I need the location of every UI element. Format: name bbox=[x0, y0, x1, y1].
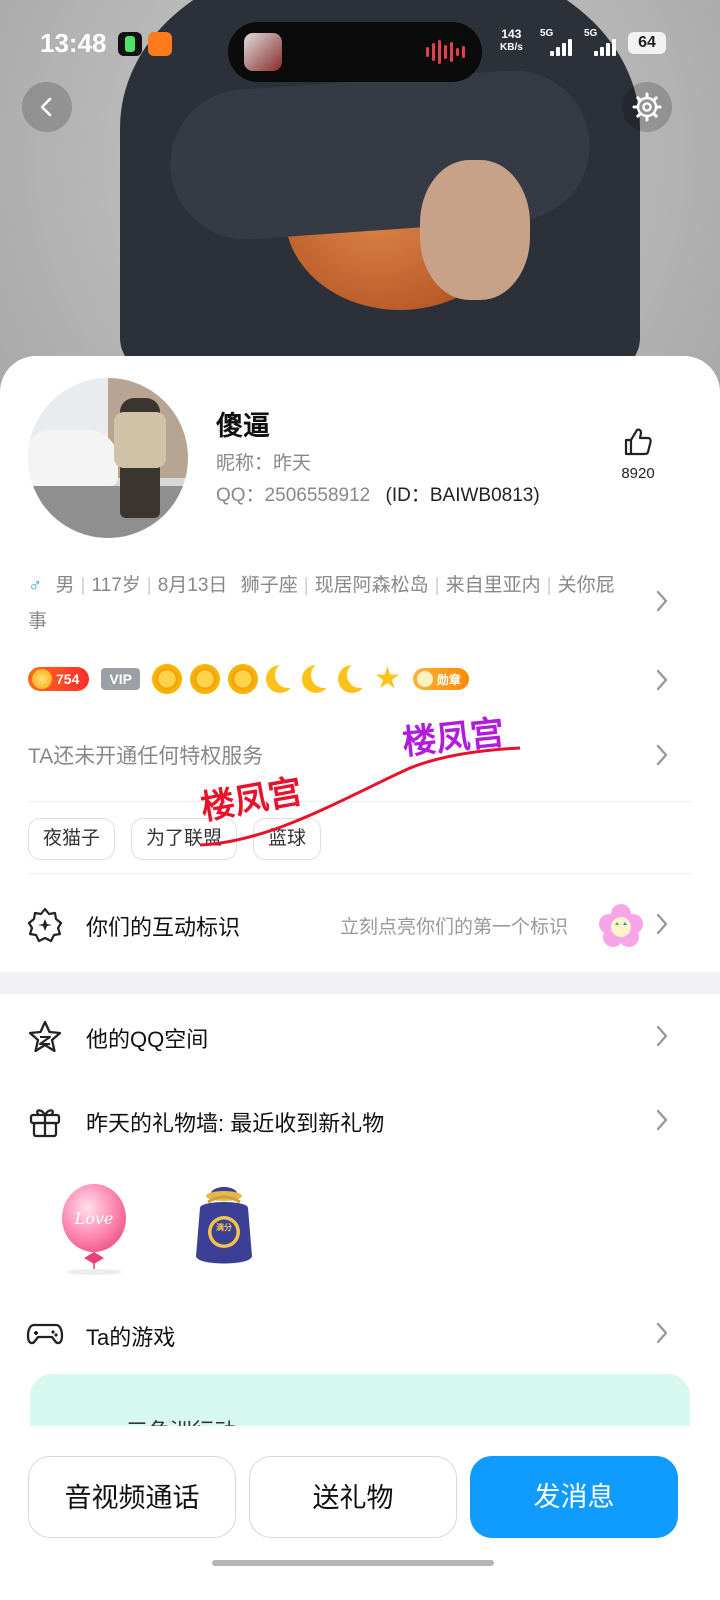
settings-button[interactable] bbox=[622, 82, 672, 132]
avatar-car bbox=[28, 430, 118, 486]
badge-sparkle-icon bbox=[27, 907, 63, 943]
like-count: 8920 bbox=[621, 465, 655, 482]
gender-male-icon: ♂ bbox=[28, 575, 43, 596]
back-button[interactable] bbox=[22, 82, 72, 132]
info-origin: 来自里亚内 bbox=[445, 575, 541, 596]
interaction-hint: 立刻点亮你们的第一个标识 bbox=[340, 917, 569, 938]
signal-bars-1-icon bbox=[550, 38, 572, 56]
star-outline-icon bbox=[28, 1020, 62, 1053]
profile-info[interactable]: ♂ 男 | 117岁 | 8月13日 狮子座 | 现居阿森松岛 | 来自里亚内 | 关你屁事 bbox=[28, 568, 628, 640]
moon-icon bbox=[337, 662, 373, 693]
qzone-label: 他的QQ空间 bbox=[86, 1027, 209, 1052]
info-age: 117岁 bbox=[91, 575, 141, 596]
status-bar: 13:48 143 KB/s 5G 5G 64 bbox=[0, 22, 720, 82]
chevron-right-icon bbox=[656, 590, 668, 612]
medal-label: 勋章 bbox=[436, 672, 461, 687]
chevron-right-icon bbox=[656, 669, 668, 691]
chevron-right-icon bbox=[656, 744, 668, 766]
chevron-right-icon bbox=[656, 1322, 668, 1344]
moon-icon bbox=[265, 662, 301, 693]
media-thumbnail bbox=[244, 33, 282, 71]
info-residence: 现居阿森松岛 bbox=[314, 575, 429, 596]
sun-icon bbox=[227, 664, 258, 694]
avatar-ground bbox=[28, 486, 188, 538]
avatar[interactable] bbox=[28, 378, 188, 538]
info-gender: 男 bbox=[55, 575, 75, 596]
send-gift-button[interactable]: 送礼物 bbox=[249, 1456, 457, 1538]
lucky-bag-icon[interactable]: 满分 bbox=[186, 1178, 262, 1274]
send-message-button[interactable]: 发消息 bbox=[470, 1456, 678, 1538]
cover-person-hand bbox=[420, 160, 530, 300]
profile-qq-number: QQ：2506558912 bbox=[216, 485, 371, 506]
battery-indicator: 64 bbox=[628, 32, 666, 54]
chevron-right-icon bbox=[656, 1025, 668, 1047]
section-gap bbox=[0, 972, 720, 994]
profile-qq-line: QQ：2506558912 (ID：BAIWB0813) bbox=[216, 480, 540, 507]
status-time: 13:48 bbox=[40, 28, 107, 58]
avatar-jacket bbox=[114, 412, 166, 468]
moon-icon bbox=[301, 662, 337, 693]
signal-bars-2-icon bbox=[594, 38, 616, 56]
gamepad-icon bbox=[26, 1323, 64, 1345]
info-birthday: 8月13日 bbox=[157, 575, 228, 596]
home-indicator[interactable] bbox=[212, 1560, 494, 1566]
chevron-right-icon bbox=[656, 1109, 668, 1131]
thumbs-up-icon bbox=[624, 428, 652, 456]
level-value: 754 bbox=[56, 671, 80, 687]
medal-icon bbox=[416, 671, 433, 687]
level-badges[interactable]: 754 VIP ★ 勋章 bbox=[28, 662, 469, 696]
net-speed-unit: KB/s bbox=[500, 42, 523, 53]
flower-icon bbox=[599, 904, 643, 947]
star-icon: ★ bbox=[373, 662, 401, 695]
notification-app-icon bbox=[118, 32, 142, 56]
notification-app-icon-2 bbox=[148, 32, 172, 56]
dynamic-island[interactable] bbox=[228, 22, 482, 82]
profile-id: (ID：BAIWB0813) bbox=[385, 485, 540, 506]
interaction-label: 你们的互动标识 bbox=[86, 915, 241, 940]
audio-wave-icon bbox=[426, 40, 465, 64]
info-zodiac: 狮子座 bbox=[240, 575, 298, 596]
level-badge: 754 bbox=[28, 667, 90, 691]
cover-person-arm bbox=[165, 65, 595, 245]
lucky-bag-text: 满分 bbox=[216, 1222, 232, 1232]
balloon-text: Love bbox=[74, 1209, 114, 1228]
profile-nickname: 昵称：昨天 bbox=[216, 453, 312, 474]
sun-icon bbox=[189, 664, 220, 694]
net-speed-value: 143 bbox=[501, 27, 522, 41]
games-label: Ta的游戏 bbox=[86, 1325, 176, 1350]
love-balloon-icon[interactable]: Love bbox=[54, 1182, 134, 1276]
vip-badge: VIP bbox=[101, 668, 140, 690]
divider bbox=[28, 873, 692, 874]
call-button[interactable]: 音视频通话 bbox=[28, 1456, 236, 1538]
chevron-right-icon bbox=[656, 913, 668, 935]
coin-icon bbox=[32, 669, 52, 689]
chevron-left-icon bbox=[40, 97, 52, 117]
like-button[interactable]: 8920 bbox=[610, 426, 666, 482]
gift-icon bbox=[29, 1109, 61, 1138]
net-speed: 143 KB/s bbox=[500, 28, 523, 54]
gift-wall-label: 昨天的礼物墙: 最近收到新礼物 bbox=[86, 1111, 385, 1136]
level-icons: ★ bbox=[151, 662, 401, 695]
profile-name: 傻逼 bbox=[216, 411, 270, 441]
tag-item[interactable]: 夜猫子 bbox=[28, 818, 116, 860]
gear-icon bbox=[632, 92, 662, 122]
sun-icon bbox=[151, 664, 182, 694]
medal-badge: 勋章 bbox=[412, 668, 469, 690]
